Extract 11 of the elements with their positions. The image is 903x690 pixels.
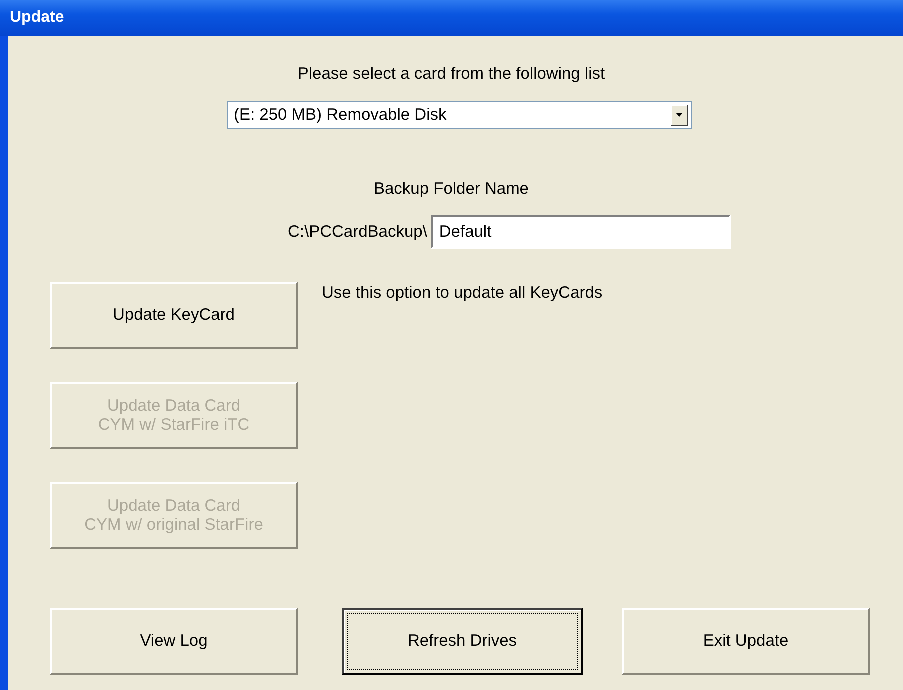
backup-folder-label: Backup Folder Name — [374, 180, 529, 199]
path-prefix-label: C:\PCCardBackup\ — [288, 222, 428, 242]
keycard-hint: Use this option to update all KeyCards — [322, 284, 603, 303]
bottom-button[interactable]: Refresh Drives — [342, 608, 583, 675]
bottom-button[interactable]: View Log — [50, 608, 298, 675]
window-title: Update — [10, 9, 64, 27]
update-button[interactable]: Update KeyCard — [50, 282, 298, 349]
card-dropdown[interactable]: (E: 250 MB) Removable Disk — [227, 101, 692, 129]
bottom-button[interactable]: Exit Update — [622, 608, 870, 675]
prompt-label: Please select a card from the following list — [298, 65, 606, 84]
folder-name-field[interactable]: Default — [431, 215, 732, 249]
